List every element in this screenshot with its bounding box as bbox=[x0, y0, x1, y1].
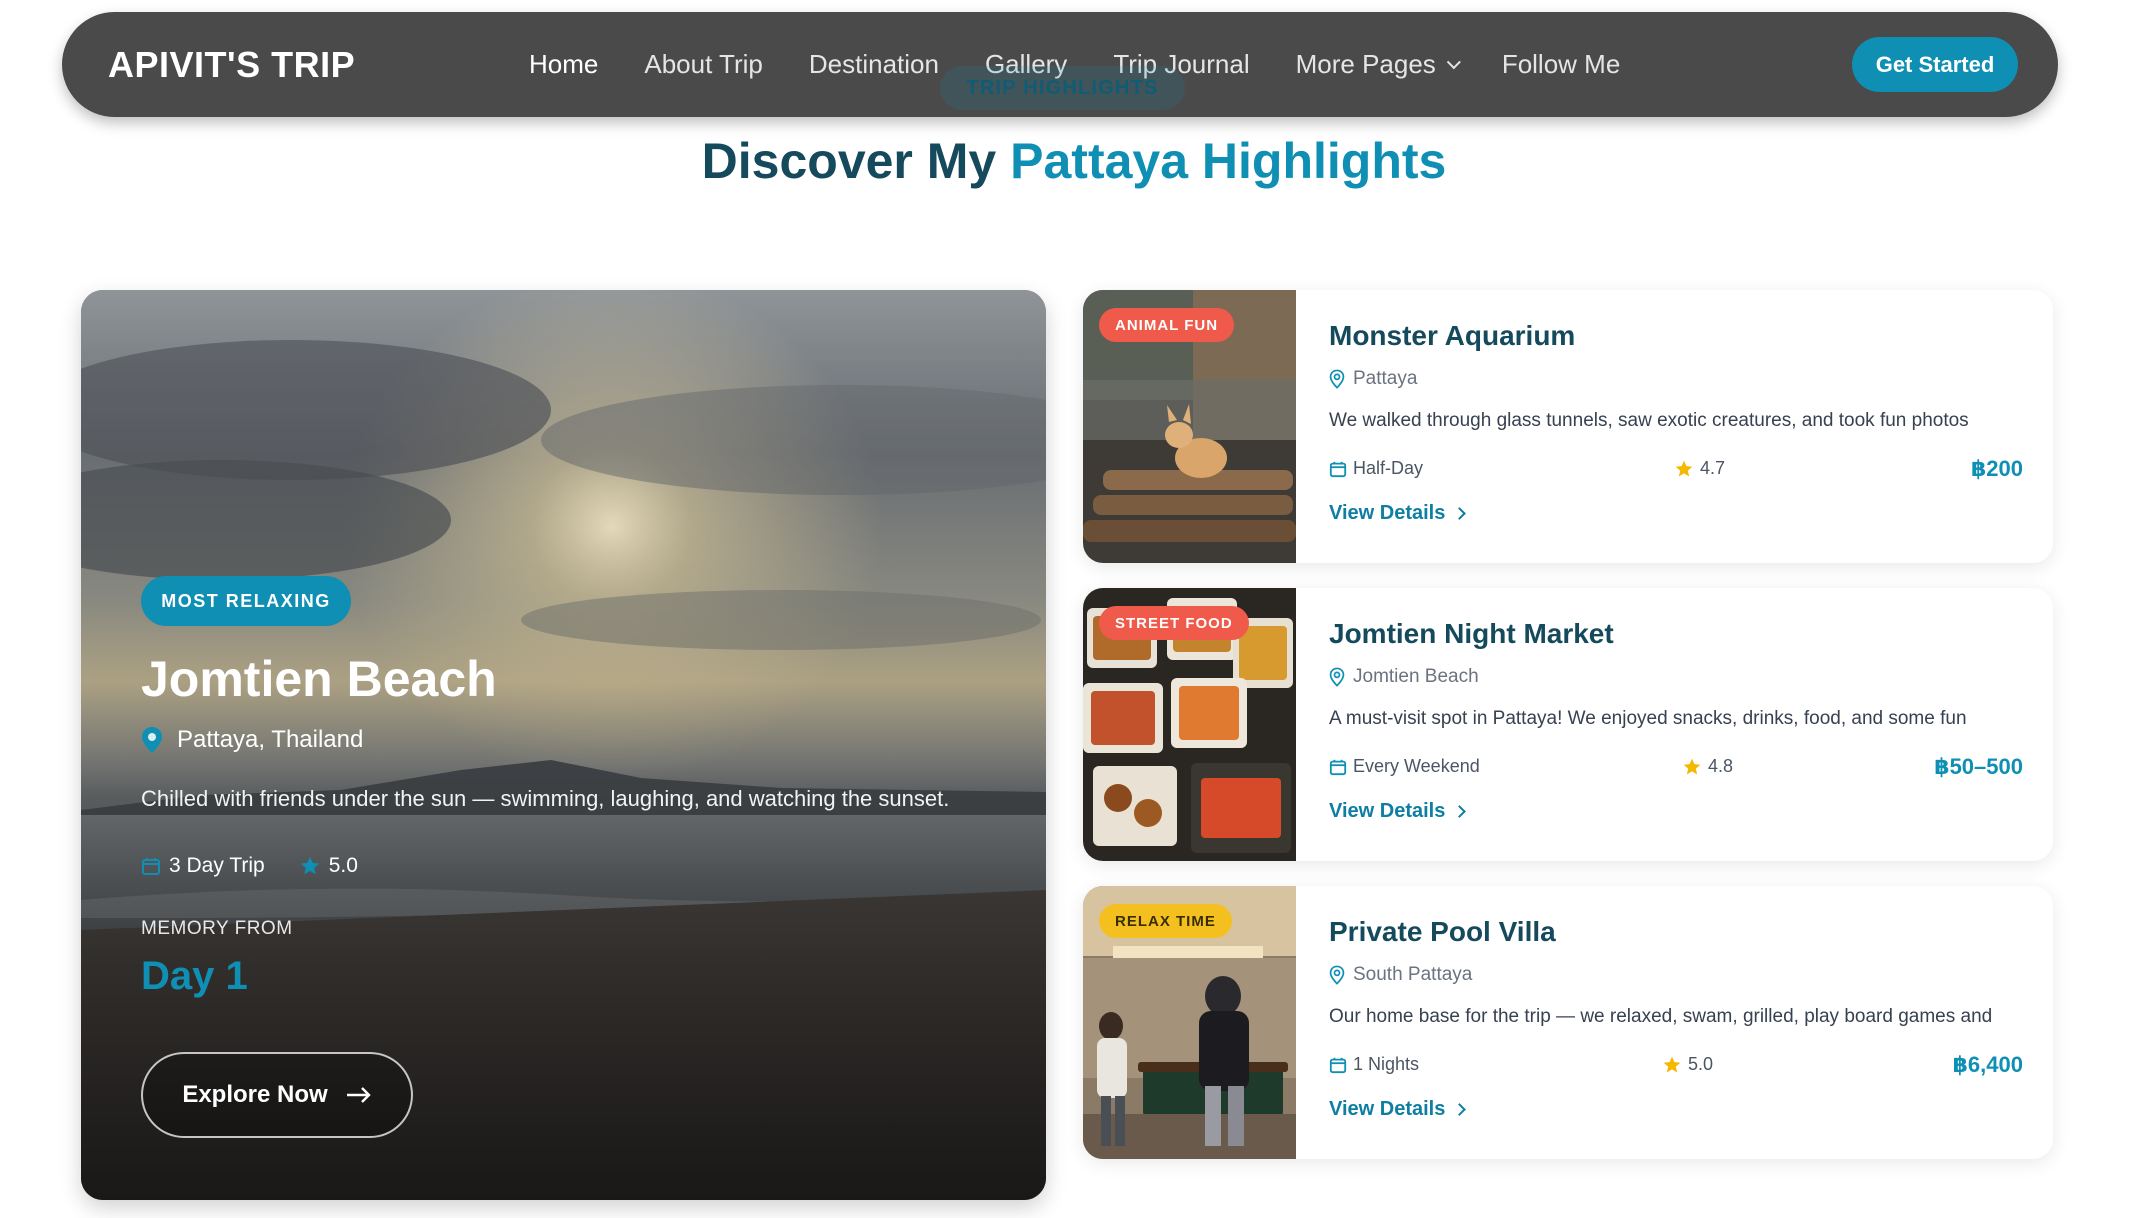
view-details-label: View Details bbox=[1329, 800, 1446, 822]
hero-rating: 5.0 bbox=[299, 854, 358, 878]
hero-location: Pattaya, Thailand bbox=[141, 726, 363, 754]
chevron-down-icon bbox=[1446, 54, 1461, 69]
title-part-2: Pattaya Highlights bbox=[1010, 133, 1447, 189]
card-duration-text: Every Weekend bbox=[1353, 756, 1480, 776]
card-body: Private Pool Villa South Pattaya Our hom… bbox=[1329, 886, 2023, 1159]
card-tag: ANIMAL FUN bbox=[1099, 308, 1235, 342]
location-pin-icon bbox=[1329, 369, 1345, 389]
card-description: We walked through glass tunnels, saw exo… bbox=[1329, 410, 1969, 431]
hero-card-jomtien-beach[interactable]: MOST RELAXING Jomtien Beach Pattaya, Tha… bbox=[81, 290, 1046, 1200]
chevron-right-icon bbox=[1453, 805, 1467, 818]
star-icon bbox=[1683, 758, 1701, 774]
hero-meta: 3 Day Trip 5.0 bbox=[141, 854, 358, 878]
hero-duration-text: 3 Day Trip bbox=[169, 854, 265, 877]
card-price: ฿50–500 bbox=[1934, 754, 2023, 779]
title-part-1: Discover My bbox=[701, 133, 1011, 189]
card-location: South Pattaya bbox=[1329, 964, 1472, 986]
card-meta: Half-Day 4.7 ฿200 bbox=[1329, 456, 2023, 486]
nav-follow-me-label: Follow Me bbox=[1501, 49, 1621, 79]
card-rating-text: 4.8 bbox=[1708, 756, 1734, 776]
view-details-link[interactable]: View Details bbox=[1329, 1098, 1467, 1121]
card-body: Monster Aquarium Pattaya We walked throu… bbox=[1329, 290, 2023, 563]
nav-more-pages-label: More Pages bbox=[1295, 49, 1436, 79]
view-details-label: View Details bbox=[1329, 1098, 1446, 1120]
card-jomtien-night-market[interactable]: STREET FOOD Jomtien Night Market Jomtien… bbox=[1083, 588, 2053, 861]
card-private-pool-villa[interactable]: RELAX TIME Private Pool Villa South Patt… bbox=[1083, 886, 2053, 1159]
explore-now-label: Explore Now bbox=[182, 1081, 328, 1108]
card-description: A must-visit spot in Pattaya! We enjoyed… bbox=[1329, 708, 1967, 729]
view-details-link[interactable]: View Details bbox=[1329, 502, 1467, 525]
hero-badge: MOST RELAXING bbox=[141, 576, 351, 626]
card-tag: RELAX TIME bbox=[1099, 904, 1232, 938]
card-meta: 1 Nights 5.0 ฿6,400 bbox=[1329, 1052, 2023, 1082]
nav-home[interactable]: Home bbox=[529, 49, 598, 80]
explore-now-button[interactable]: Explore Now bbox=[141, 1052, 413, 1138]
view-details-link[interactable]: View Details bbox=[1329, 800, 1467, 823]
card-title: Private Pool Villa bbox=[1329, 916, 1556, 947]
card-location: Pattaya bbox=[1329, 368, 1417, 390]
card-body: Jomtien Night Market Jomtien Beach A mus… bbox=[1329, 588, 2023, 861]
brand-logo[interactable]: APIVIT'S TRIP bbox=[108, 44, 529, 86]
card-description: Our home base for the trip — we relaxed,… bbox=[1329, 1006, 1993, 1027]
card-price: ฿200 bbox=[1970, 456, 2023, 481]
card-rating: 4.8 bbox=[1682, 756, 1733, 777]
hero-title: Jomtien Beach bbox=[141, 651, 497, 707]
nav-more-pages[interactable]: More Pages bbox=[1295, 49, 1461, 80]
card-location-text: Pattaya bbox=[1353, 368, 1418, 389]
card-location-text: Jomtien Beach bbox=[1353, 666, 1479, 687]
calendar-icon bbox=[142, 858, 160, 875]
card-duration: Half-Day bbox=[1329, 458, 1423, 479]
card-rating: 5.0 bbox=[1662, 1054, 1713, 1075]
card-title: Monster Aquarium bbox=[1329, 320, 1576, 351]
nav-about-trip[interactable]: About Trip bbox=[644, 49, 763, 80]
section-label: TRIP HIGHLIGHTS bbox=[940, 66, 1185, 110]
chevron-right-icon bbox=[1453, 1103, 1467, 1116]
card-rating-text: 5.0 bbox=[1688, 1054, 1714, 1074]
star-icon bbox=[1675, 460, 1693, 476]
nav-about-trip-label: About Trip bbox=[644, 49, 763, 79]
calendar-icon bbox=[1329, 1057, 1347, 1073]
card-duration-text: 1 Nights bbox=[1353, 1054, 1420, 1074]
view-details-label: View Details bbox=[1329, 502, 1446, 524]
hero-rating-text: 5.0 bbox=[328, 854, 358, 877]
card-price: ฿6,400 bbox=[1952, 1052, 2023, 1077]
nav-destination[interactable]: Destination bbox=[809, 49, 939, 80]
calendar-icon bbox=[1329, 461, 1347, 477]
chevron-right-icon bbox=[1453, 507, 1467, 520]
card-rating: 4.7 bbox=[1674, 458, 1725, 479]
card-rating-text: 4.7 bbox=[1700, 458, 1726, 478]
hero-duration: 3 Day Trip bbox=[141, 854, 265, 878]
hero-location-text: Pattaya, Thailand bbox=[177, 726, 364, 753]
card-duration-text: Half-Day bbox=[1353, 458, 1424, 478]
nav-home-label: Home bbox=[529, 49, 599, 79]
hero-description: Chilled with friends under the sun — swi… bbox=[141, 786, 950, 811]
card-duration: 1 Nights bbox=[1329, 1054, 1419, 1075]
main-menu: Home About Trip Destination Gallery Trip… bbox=[529, 49, 1852, 80]
page-title: Discover My Pattaya Highlights bbox=[0, 132, 2148, 190]
star-icon bbox=[300, 856, 319, 875]
card-tag: STREET FOOD bbox=[1099, 606, 1249, 640]
card-title: Jomtien Night Market bbox=[1329, 618, 1614, 649]
location-pin-icon bbox=[142, 727, 162, 753]
hero-memory-label: MEMORY FROM bbox=[141, 918, 293, 939]
card-location: Jomtien Beach bbox=[1329, 666, 1479, 688]
arrow-right-icon bbox=[346, 1087, 371, 1103]
calendar-icon bbox=[1329, 759, 1347, 775]
location-pin-icon bbox=[1329, 965, 1345, 985]
card-location-text: South Pattaya bbox=[1353, 964, 1473, 985]
card-duration: Every Weekend bbox=[1329, 756, 1480, 777]
star-icon bbox=[1663, 1056, 1681, 1072]
nav-destination-label: Destination bbox=[808, 49, 939, 79]
card-meta: Every Weekend 4.8 ฿50–500 bbox=[1329, 754, 2023, 784]
card-monster-aquarium[interactable]: ANIMAL FUN Monster Aquarium Pattaya We w… bbox=[1083, 290, 2053, 563]
get-started-button[interactable]: Get Started bbox=[1852, 37, 2018, 92]
nav-follow-me[interactable]: Follow Me bbox=[1502, 49, 1620, 80]
hero-day: Day 1 bbox=[141, 954, 248, 998]
location-pin-icon bbox=[1329, 667, 1345, 687]
